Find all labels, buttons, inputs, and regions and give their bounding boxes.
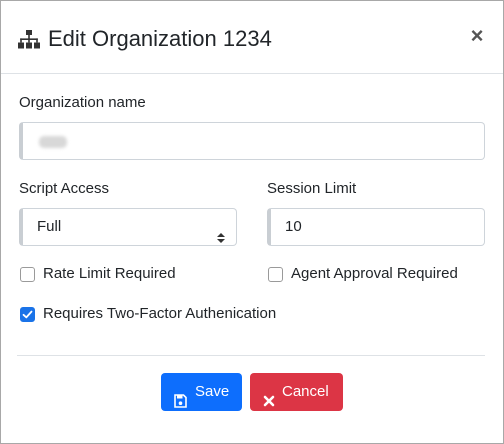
org-name-input[interactable] bbox=[19, 122, 485, 160]
two-factor-checkbox[interactable] bbox=[20, 307, 35, 322]
session-limit-value: 10 bbox=[285, 218, 302, 235]
edit-organization-dialog: Edit Organization 1234 × Organization na… bbox=[0, 0, 504, 444]
dialog-header: Edit Organization 1234 × bbox=[1, 1, 503, 74]
checkmark-icon bbox=[22, 310, 33, 319]
rate-limit-checkbox[interactable] bbox=[20, 267, 35, 282]
dialog-title: Edit Organization 1234 bbox=[48, 26, 272, 51]
script-access-value: Full bbox=[37, 218, 62, 235]
redacted-org-name bbox=[39, 136, 67, 148]
session-limit-label: Session Limit bbox=[267, 180, 357, 197]
save-button[interactable]: Save bbox=[161, 373, 242, 411]
script-access-label: Script Access bbox=[19, 180, 110, 197]
agent-approval-label: Agent Approval Required bbox=[291, 265, 458, 282]
rate-limit-label: Rate Limit Required bbox=[43, 265, 176, 282]
x-icon bbox=[263, 385, 275, 423]
cancel-button[interactable]: Cancel bbox=[250, 373, 343, 411]
close-button[interactable]: × bbox=[467, 23, 487, 49]
org-name-label: Organization name bbox=[19, 94, 146, 111]
session-limit-input[interactable]: 10 bbox=[267, 208, 485, 246]
footer-divider bbox=[17, 355, 485, 356]
cancel-button-label: Cancel bbox=[282, 383, 329, 400]
select-arrows-icon bbox=[216, 222, 226, 243]
script-access-select[interactable]: Full bbox=[19, 208, 237, 246]
sitemap-icon bbox=[18, 30, 40, 50]
save-button-label: Save bbox=[195, 383, 230, 400]
agent-approval-checkbox[interactable] bbox=[268, 267, 283, 282]
two-factor-label: Requires Two-Factor Authenication bbox=[43, 305, 277, 322]
floppy-disk-icon bbox=[174, 385, 187, 423]
